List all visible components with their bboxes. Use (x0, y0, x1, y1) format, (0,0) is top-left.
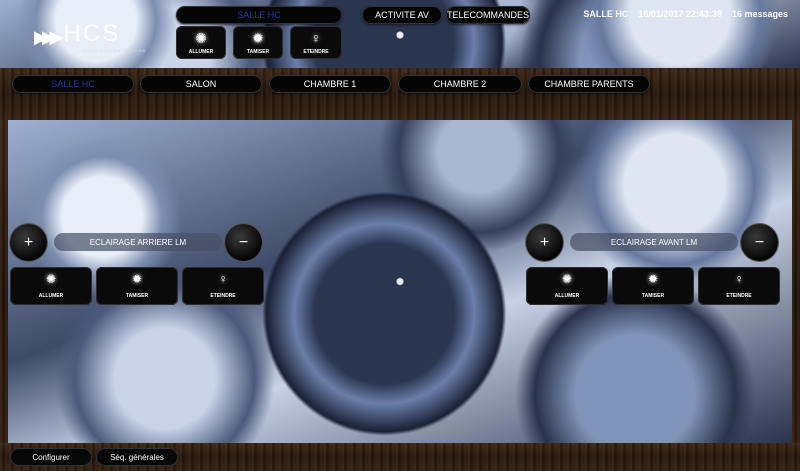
light-bulb-dim-icon: ✹ (647, 272, 659, 286)
zone1-plus-button[interactable]: + (10, 224, 47, 261)
hcs-logo: ▶▶▶ HCS HOME CINEMA SUPERB (34, 20, 145, 54)
zone1-light-off-label: ETEINDRE (210, 293, 236, 299)
logo-arrows-icon: ▶▶▶ (34, 27, 63, 47)
light-bulb-bright-icon: ✺ (195, 30, 207, 46)
zone1-minus-button[interactable]: − (225, 224, 262, 261)
header-light-dim-label: TAMISER (246, 49, 270, 55)
header-light-on-button[interactable]: ✺ ALLUMER (176, 26, 226, 59)
zone1-light-on-button[interactable]: ✺ ALLUMER (10, 267, 92, 305)
zone2-light-on-label: ALLUMER (554, 293, 580, 299)
zone2-light-dim-label: TAMISER (641, 293, 665, 299)
tab-chambre-2[interactable]: CHAMBRE 2 (398, 75, 522, 93)
zone1-light-on-label: ALLUMER (38, 293, 64, 299)
light-bulb-off-icon: ♀ (734, 272, 744, 286)
hcs-control-screen: ▶▶▶ HCS HOME CINEMA SUPERB SALLE HC ✺ AL… (0, 0, 800, 471)
tab-salle-hc[interactable]: SALLE HC (12, 75, 134, 93)
zone1-light-off-button[interactable]: ♀ ETEINDRE (182, 267, 264, 305)
zone2-light-on-button[interactable]: ✺ ALLUMER (526, 267, 608, 305)
room-selector-field[interactable]: SALLE HC (176, 6, 342, 24)
zone2-minus-button[interactable]: − (741, 224, 778, 261)
light-bulb-dim-icon: ✹ (131, 272, 143, 286)
header-light-on-label: ALLUMER (188, 49, 214, 55)
logo-tagline: HOME CINEMA SUPERB (82, 48, 147, 53)
tab-salon[interactable]: SALON (140, 75, 262, 93)
light-bulb-bright-icon: ✺ (45, 272, 57, 286)
status-bar: SALLE HC 16/01/2017 22:43:39 16 messages (583, 9, 788, 19)
header-light-off-label: ETEINDRE (303, 49, 329, 55)
zone1-label: ECLAIRAGE ARRIERE LM (54, 233, 222, 251)
wood-frame-right (792, 120, 800, 471)
status-room: SALLE HC (583, 9, 629, 19)
light-bulb-dim-icon: ✹ (252, 30, 264, 46)
tab-chambre-parents[interactable]: CHAMBRE PARENTS (528, 75, 650, 93)
general-sequences-button[interactable]: Séq. générales (96, 448, 178, 466)
zone2-plus-button[interactable]: + (526, 224, 563, 261)
light-bulb-off-icon: ♀ (218, 272, 228, 286)
zone2-light-dim-button[interactable]: ✹ TAMISER (612, 267, 694, 305)
light-bulb-bright-icon: ✺ (561, 272, 573, 286)
configure-button[interactable]: Configurer (10, 448, 92, 466)
header-light-dim-button[interactable]: ✹ TAMISER (233, 26, 283, 59)
header-light-off-button[interactable]: ♀ ETEINDRE (290, 26, 342, 59)
logo-name: HCS (63, 20, 121, 47)
light-bulb-off-icon: ♀ (310, 30, 322, 46)
activity-av-button[interactable]: ACTIVITE AV (362, 6, 442, 24)
zone1-light-dim-label: TAMISER (125, 293, 149, 299)
zone1-light-dim-button[interactable]: ✹ TAMISER (96, 267, 178, 305)
zone2-label: ECLAIRAGE AVANT LM (570, 233, 738, 251)
zone2-light-off-button[interactable]: ♀ ETEINDRE (698, 267, 780, 305)
zone2-light-off-label: ETEINDRE (726, 293, 752, 299)
tab-chambre-1[interactable]: CHAMBRE 1 (269, 75, 391, 93)
status-datetime: 16/01/2017 22:43:39 (638, 9, 722, 19)
wood-frame-left (0, 120, 8, 471)
status-messages[interactable]: 16 messages (732, 9, 788, 19)
remotes-button[interactable]: TELECOMMANDES (446, 6, 530, 24)
